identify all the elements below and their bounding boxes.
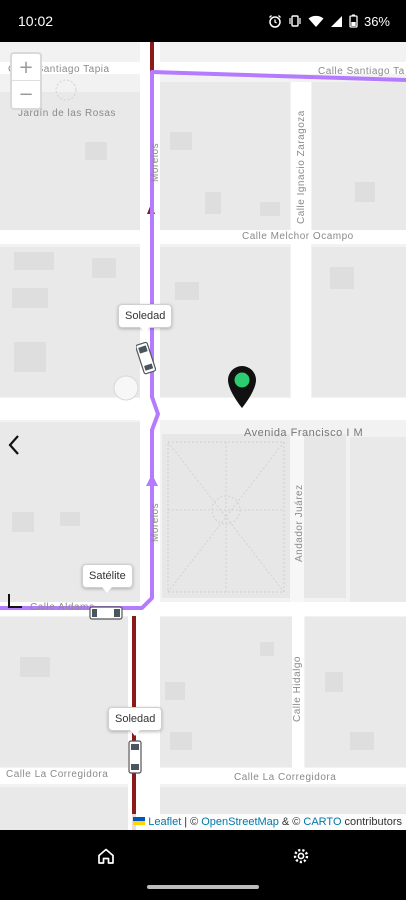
map-view[interactable]: Calle Santiago Tapia Calle Santiago Ta J… [0,42,406,830]
street-label-hidalgo: Calle Hidalgo [292,656,303,722]
street-label-morelos-bottom: Morelos [150,502,161,542]
status-icons: 36% [268,14,390,29]
carto-link[interactable]: CARTO [303,816,341,828]
status-bar: 10:02 36% [0,0,406,42]
ukraine-flag-icon [133,816,146,828]
navigation-bar [0,830,406,900]
gear-icon[interactable] [289,844,313,868]
street-label-ignacio-zaragoza: Calle Ignacio Zaragoza [296,110,307,224]
street-label-francisco-madero: Avenida Francisco I M [244,427,364,439]
street-label-aldama: Calle Aldama [30,602,95,613]
street-label-corregidora-right: Calle La Corregidora [234,772,337,783]
street-label-morelos-top: Morelos [150,142,161,182]
zoom-control: + − [10,52,42,110]
attribution-contributors: contributors [344,816,402,828]
leaflet-link[interactable]: Leaflet [148,816,181,828]
bus-icon[interactable] [135,339,157,384]
alarm-icon [268,14,282,28]
zoom-out-button[interactable]: − [12,81,40,108]
corner-marker-icon [8,594,22,608]
attribution-separator: | [184,816,188,828]
street-label-andador-juarez: Andador Juárez [294,484,305,562]
wifi-icon [308,15,324,28]
signal-icon [330,15,343,28]
bus-icon[interactable] [88,603,126,628]
street-label-santiago-tapia-right: Calle Santiago Ta [318,66,405,77]
battery-icon [349,14,358,28]
bus-icon[interactable] [126,737,144,782]
home-icon[interactable] [94,844,118,868]
bus-label-soledad-bottom[interactable]: Soledad [108,707,163,736]
status-time: 10:02 [18,13,54,29]
gesture-handle[interactable] [147,885,259,889]
openstreetmap-link[interactable]: OpenStreetMap [201,816,279,828]
street-label-melchor-ocampo: Calle Melchor Ocampo [242,231,354,242]
chevron-left-icon[interactable] [4,430,24,460]
attribution-copyright: © [190,816,199,828]
vibrate-icon [288,14,302,28]
bus-label-satelite[interactable]: Satélite [82,564,133,593]
attribution-amp: & © [281,816,301,828]
location-pin-icon[interactable] [226,365,258,414]
map-attribution: Leaflet | © OpenStreetMap & © CARTO cont… [129,814,406,830]
street-label-corregidora-left: Calle La Corregidora [6,769,109,780]
zoom-in-button[interactable]: + [12,54,40,81]
bus-label-soledad-top[interactable]: Soledad [118,304,173,333]
battery-percent: 36% [363,13,390,29]
